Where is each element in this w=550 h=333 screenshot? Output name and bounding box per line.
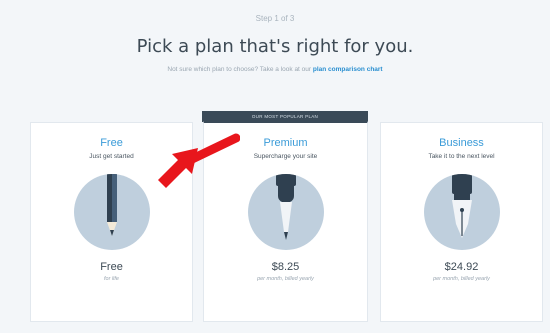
plan-card-business[interactable]: Business Take it to the next level $24.9… <box>380 122 543 322</box>
annotation-arrow <box>158 133 240 188</box>
plan-price-note: per month, billed yearly <box>257 276 314 282</box>
plan-price: $24.92 <box>444 261 479 273</box>
plan-price-note: for life <box>104 276 119 282</box>
plan-price-note: per month, billed yearly <box>433 276 490 282</box>
plan-comparison-link[interactable]: plan comparison chart <box>313 66 383 73</box>
plan-price: $8.25 <box>271 261 300 273</box>
plan-name: Business <box>439 137 484 149</box>
plan-price: Free <box>100 261 123 273</box>
fountain-pen-icon <box>423 174 500 250</box>
pencil-icon <box>73 174 150 250</box>
marker-icon <box>247 174 324 250</box>
plan-tagline: Take it to the next level <box>428 153 495 160</box>
plan-selection-page: Step 1 of 3 Pick a plan that's right for… <box>0 0 550 333</box>
page-subtitle: Not sure which plan to choose? Take a lo… <box>0 66 550 73</box>
step-indicator: Step 1 of 3 <box>255 14 295 23</box>
page-title: Pick a plan that's right for you. <box>136 36 414 57</box>
subtitle-text: Not sure which plan to choose? Take a lo… <box>167 66 312 73</box>
